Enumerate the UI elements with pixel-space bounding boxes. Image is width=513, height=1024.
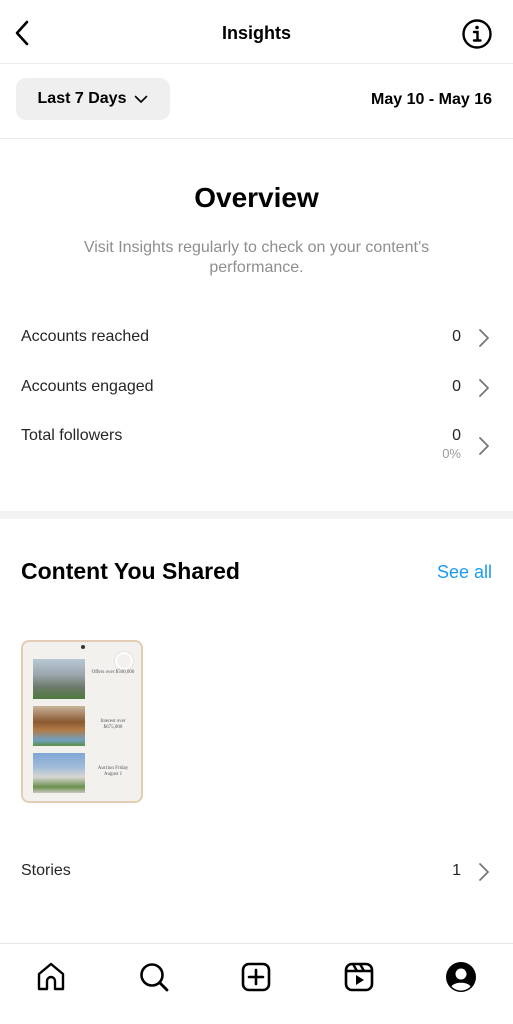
overview-description: Visit Insights regularly to check on you… [83, 239, 430, 276]
chevron-right-icon [479, 437, 489, 455]
thumbnail-ring [115, 652, 133, 670]
content-section-title: Content You Shared [21, 558, 240, 584]
nav-search[interactable] [137, 960, 171, 994]
page-title: Insights [221, 23, 291, 43]
nav-profile[interactable] [444, 960, 478, 994]
period-dropdown[interactable]: Last 7 Days [16, 78, 170, 120]
metric-label: Accounts engaged [21, 378, 154, 395]
thumbnail-caption: Interest over $675,000 [100, 719, 126, 730]
home-icon [37, 962, 65, 991]
date-filter-bar: Last 7 Days May 10 - May 16 [0, 64, 513, 139]
thumbnail-dot [81, 645, 85, 649]
stories-label: Stories [21, 862, 71, 879]
stories-count: 1 [452, 862, 461, 879]
period-label: Last 7 Days [37, 90, 127, 107]
search-icon [140, 963, 169, 992]
nav-create[interactable] [239, 960, 273, 994]
see-all-link[interactable]: See all [437, 562, 492, 583]
metric-value: 0 [452, 378, 461, 395]
metric-value: 0 [452, 328, 461, 345]
chevron-right-icon [479, 863, 489, 881]
metric-total-followers[interactable]: Total followers 0 0% [0, 417, 513, 467]
house-photo [33, 753, 85, 793]
house-photo [33, 706, 85, 746]
info-circle-icon [462, 19, 492, 49]
overview-title: Overview [194, 182, 319, 213]
nav-reels[interactable] [342, 960, 376, 994]
stories-row[interactable]: Stories 1 [0, 852, 513, 892]
thumbnail-caption: Auction Friday August 1 [97, 766, 129, 777]
chevron-right-icon [479, 379, 489, 397]
plus-square-icon [241, 962, 271, 992]
chevron-down-icon [135, 95, 148, 103]
metric-label: Total followers [21, 427, 123, 444]
nav-home[interactable] [34, 960, 68, 994]
reels-icon [344, 962, 374, 992]
house-photo [33, 659, 85, 699]
date-range: May 10 - May 16 [371, 91, 492, 108]
content-thumbnail[interactable]: Offers over $500,000 Interest over $675,… [21, 640, 143, 803]
thumbnail-caption: Offers over $500,000 [91, 670, 135, 675]
metric-label: Accounts reached [21, 328, 150, 345]
metric-change-percent: 0% [442, 446, 461, 461]
section-divider [0, 511, 513, 519]
profile-icon [446, 962, 476, 992]
bottom-nav [0, 943, 513, 1024]
chevron-right-icon [479, 329, 489, 347]
top-bar: Insights [0, 0, 513, 64]
metric-value: 0 [452, 427, 461, 444]
info-button[interactable] [461, 18, 493, 50]
metric-accounts-engaged[interactable]: Accounts engaged 0 [0, 368, 513, 408]
metric-accounts-reached[interactable]: Accounts reached 0 [0, 318, 513, 358]
